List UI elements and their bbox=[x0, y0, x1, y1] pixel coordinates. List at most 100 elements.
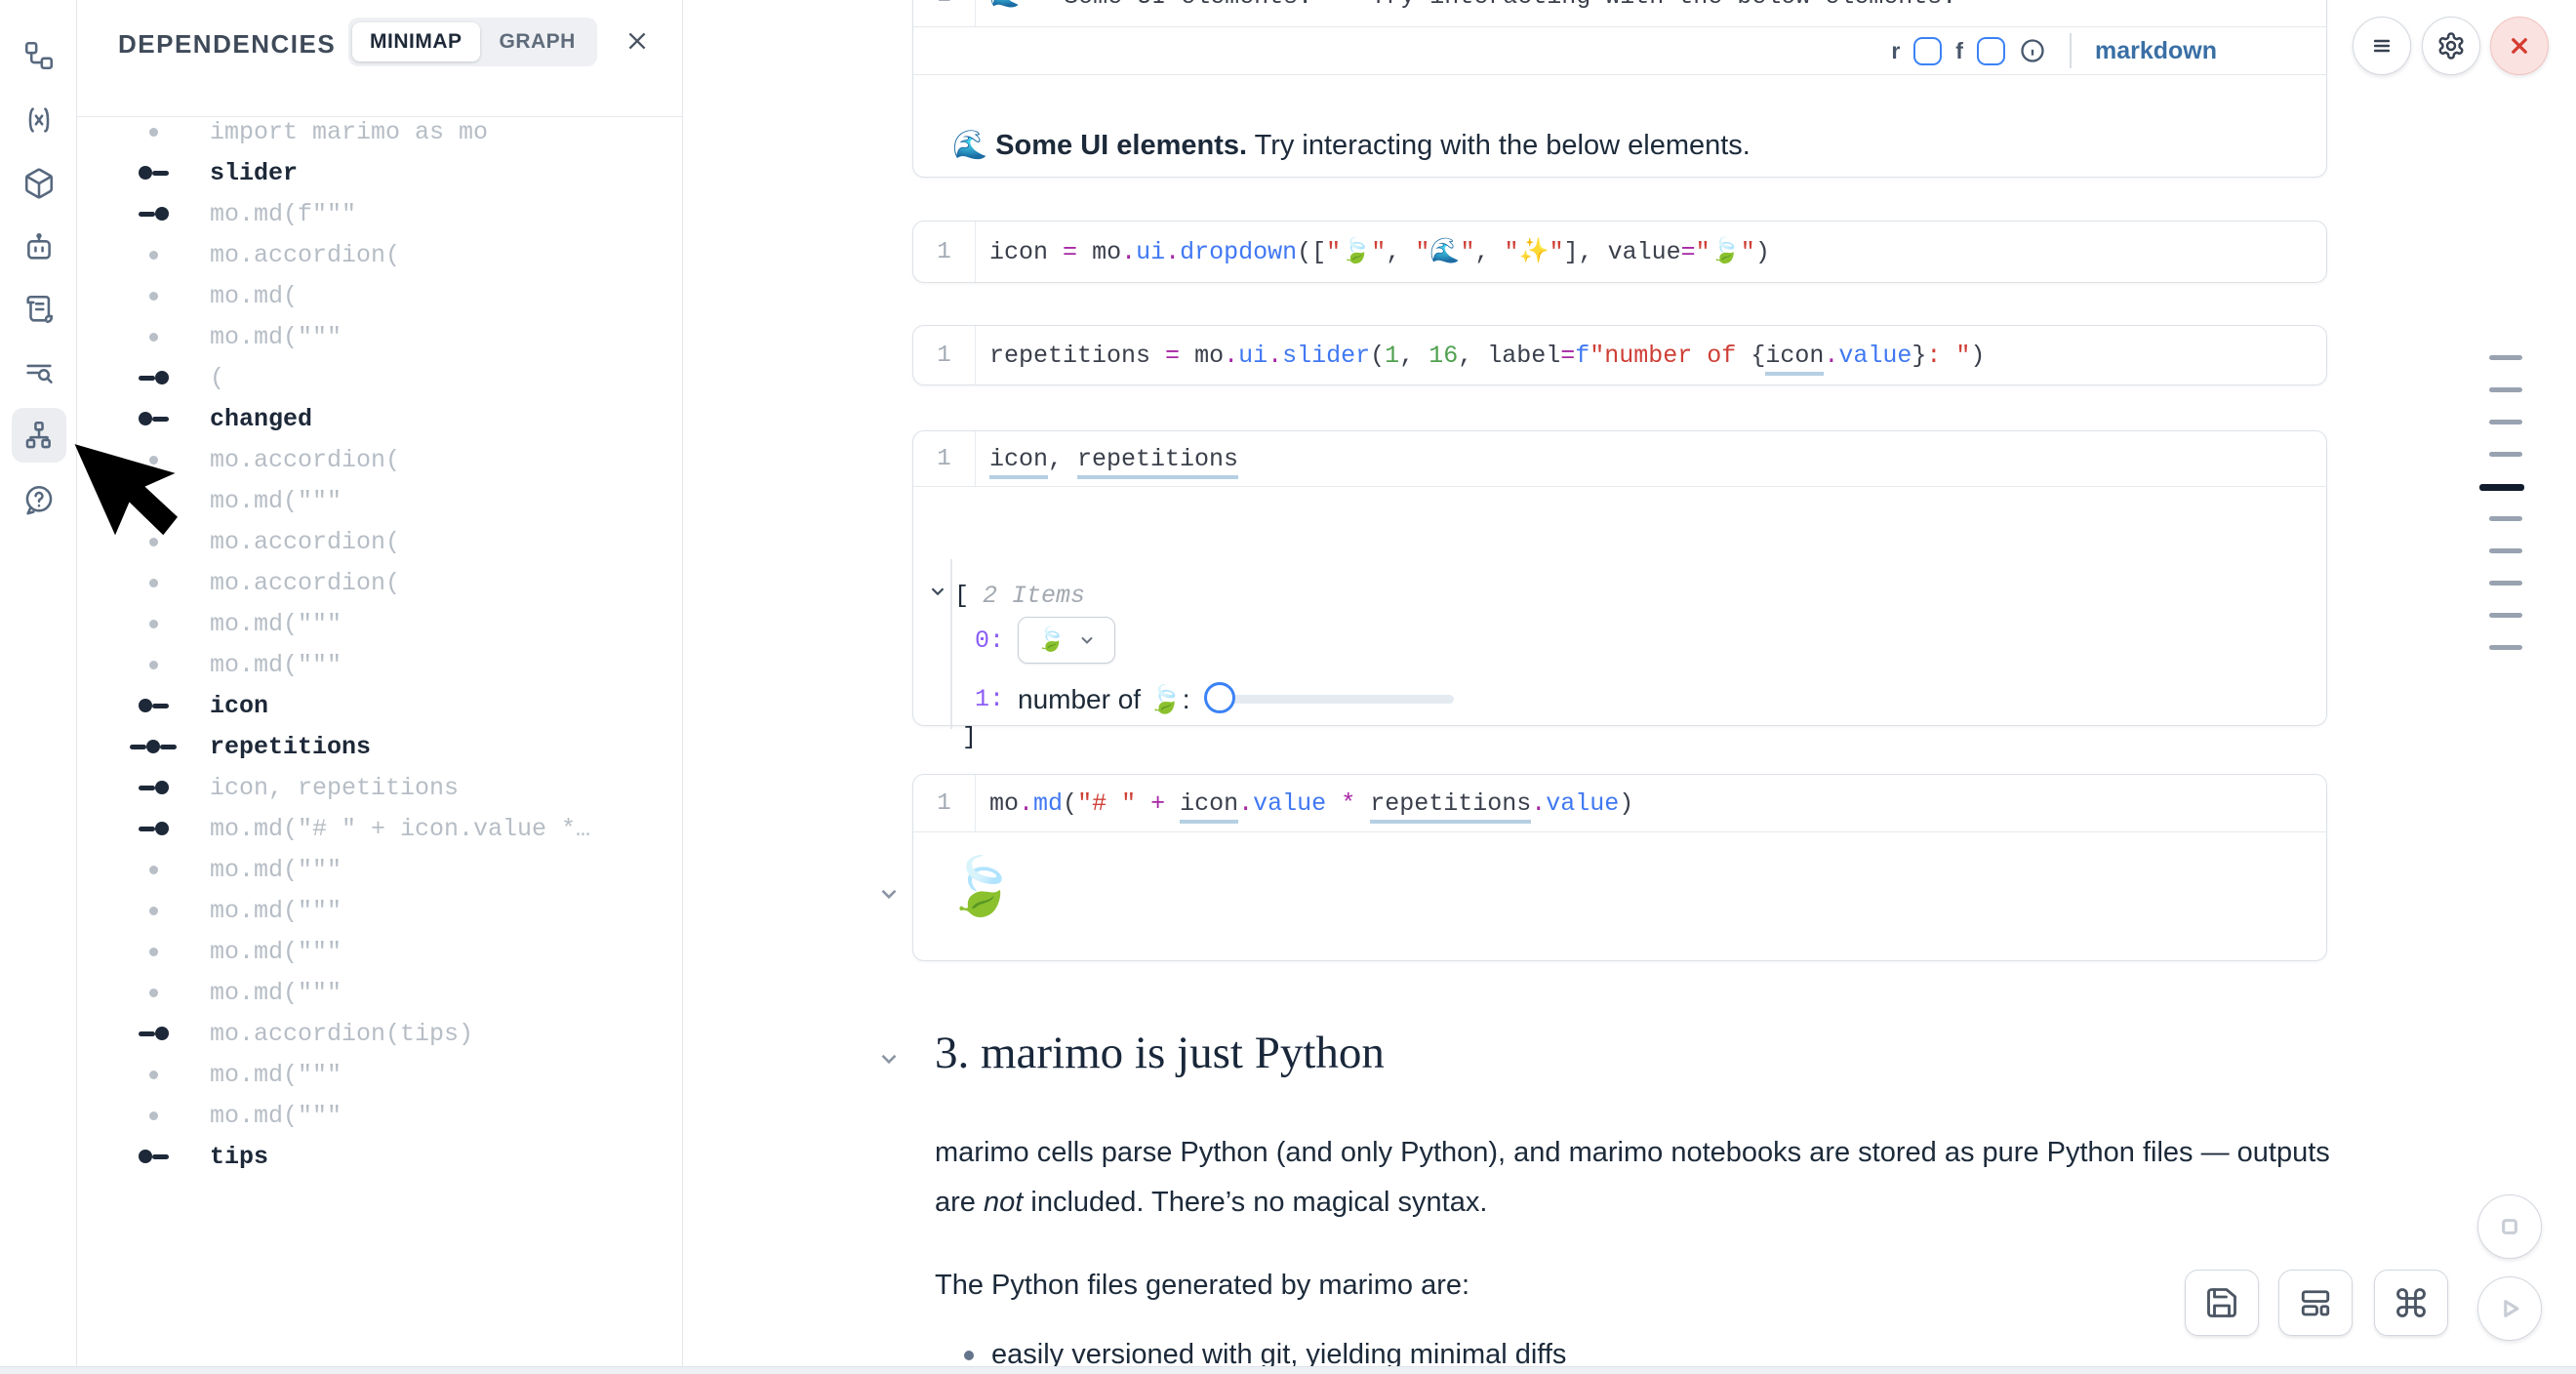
variables-button[interactable] bbox=[12, 93, 66, 147]
dependencies-panel: DEPENDENCIES MINIMAP GRAPH import marimo… bbox=[77, 0, 683, 1374]
minimap-row[interactable]: mo.md( bbox=[77, 275, 682, 316]
ai-assistant-button[interactable] bbox=[12, 220, 66, 274]
slider-widget[interactable] bbox=[1204, 682, 1454, 715]
info-icon[interactable] bbox=[2019, 37, 2046, 64]
minimap-row[interactable]: mo.md(""" bbox=[77, 316, 682, 357]
minimap-row[interactable]: icon, repetitions bbox=[77, 767, 682, 808]
gear-icon bbox=[2436, 31, 2466, 61]
paragraph-2: The Python files generated by marimo are… bbox=[935, 1261, 2340, 1311]
slider-thumb[interactable] bbox=[1204, 682, 1235, 713]
packages-button[interactable] bbox=[12, 156, 66, 211]
cell-indicator[interactable] bbox=[2489, 516, 2522, 521]
line-number: 1 bbox=[913, 326, 976, 384]
minimap-row-label: mo.md(""" bbox=[210, 1102, 342, 1130]
cell-dot-icon bbox=[116, 128, 190, 137]
cell-indicator-active[interactable] bbox=[2479, 484, 2524, 491]
minimap-row[interactable]: repetitions bbox=[77, 726, 682, 767]
shutdown-button[interactable] bbox=[2490, 17, 2549, 75]
minimap-row[interactable]: ( bbox=[77, 357, 682, 398]
help-button[interactable] bbox=[12, 472, 66, 527]
notebook-menu-button[interactable] bbox=[2353, 17, 2411, 75]
markdown-cell-partial[interactable]: 1 🌊 **Some UI elements.** Try interactin… bbox=[912, 0, 2327, 178]
snippets-button[interactable] bbox=[12, 282, 66, 337]
f-string-toggle[interactable] bbox=[1977, 37, 2005, 65]
stop-icon bbox=[2493, 1210, 2526, 1243]
minimap-row[interactable]: mo.md(""" bbox=[77, 931, 682, 972]
minimap-row[interactable]: slider bbox=[77, 152, 682, 193]
code-line[interactable]: icon, repetitions bbox=[976, 445, 1238, 473]
layout-button[interactable] bbox=[2278, 1270, 2353, 1336]
tab-minimap[interactable]: MINIMAP bbox=[352, 22, 480, 61]
tab-graph[interactable]: GRAPH bbox=[482, 22, 593, 61]
file-tree-button[interactable] bbox=[12, 28, 66, 83]
section-collapse-chevron[interactable] bbox=[876, 1046, 902, 1071]
minimap-row[interactable]: icon bbox=[77, 685, 682, 726]
language-label[interactable]: markdown bbox=[2095, 37, 2217, 65]
code-editor[interactable]: 1 icon, repetitions bbox=[913, 431, 2326, 487]
code-line[interactable]: icon = mo.ui.dropdown(["🍃", "🌊", "✨"], v… bbox=[976, 237, 1770, 266]
code-cell-slider[interactable]: 1 repetitions = mo.ui.slider(1, 16, labe… bbox=[912, 325, 2327, 385]
code-editor[interactable]: 1 icon = mo.ui.dropdown(["🍃", "🌊", "✨"],… bbox=[913, 222, 2326, 282]
marimo-app: DEPENDENCIES MINIMAP GRAPH import marimo… bbox=[0, 0, 2576, 1374]
minimap-row-label: mo.md(""" bbox=[210, 651, 342, 679]
code-editor[interactable]: 1 mo.md("# " + icon.value * repetitions.… bbox=[913, 775, 2326, 832]
cell-indicator[interactable] bbox=[2489, 420, 2522, 424]
code-line[interactable]: repetitions = mo.ui.slider(1, 16, label=… bbox=[976, 342, 1985, 370]
help-icon bbox=[22, 483, 56, 516]
dropdown-select[interactable]: 🍃 bbox=[1018, 617, 1115, 664]
cell-indicator[interactable] bbox=[2489, 645, 2522, 650]
cell-indicator[interactable] bbox=[2489, 581, 2522, 586]
dependency-graph-button[interactable] bbox=[12, 408, 66, 463]
minimap-list: import marimo as moslidermo.md(f"""mo.ac… bbox=[77, 111, 682, 1177]
cell-indicator[interactable] bbox=[2489, 387, 2522, 392]
italic-text: not bbox=[984, 1187, 1023, 1218]
cell-indicator[interactable] bbox=[2489, 452, 2522, 457]
command-palette-button[interactable] bbox=[2374, 1270, 2448, 1336]
slider-track[interactable] bbox=[1206, 695, 1454, 704]
code-line[interactable]: mo.md("# " + icon.value * repetitions.va… bbox=[976, 789, 1633, 818]
code-cell-tuple[interactable]: 1 icon, repetitions [ 2 Items 0: 🍃 bbox=[912, 430, 2327, 726]
minimap-row[interactable]: mo.md(""" bbox=[77, 849, 682, 890]
close-panel-button[interactable] bbox=[618, 21, 657, 61]
r-string-toggle[interactable] bbox=[1913, 37, 1942, 65]
minimap-row[interactable]: mo.md(""" bbox=[77, 972, 682, 1013]
tuple-output: [ 2 Items 0: 🍃 1: number of 🍃: bbox=[913, 487, 2326, 726]
minimap-row[interactable]: tips bbox=[77, 1136, 682, 1177]
minimap-row[interactable]: mo.md(""" bbox=[77, 644, 682, 685]
code-editor[interactable]: 1 🌊 **Some UI elements.** Try interactin… bbox=[913, 0, 2326, 27]
minimap-row[interactable]: mo.md(""" bbox=[77, 1095, 682, 1136]
bullet-dot bbox=[964, 1351, 974, 1360]
wave-emoji: 🌊 bbox=[952, 130, 995, 161]
line-number: 1 bbox=[913, 0, 976, 26]
minimap-row[interactable]: changed bbox=[77, 398, 682, 439]
minimap-row[interactable]: mo.md(""" bbox=[77, 890, 682, 931]
code-editor[interactable]: 1 repetitions = mo.ui.slider(1, 16, labe… bbox=[913, 326, 2326, 384]
stop-button[interactable] bbox=[2477, 1194, 2542, 1259]
save-button[interactable] bbox=[2185, 1270, 2259, 1336]
minimap-row[interactable]: mo.md(""" bbox=[77, 1054, 682, 1095]
minimap-row-label: changed bbox=[210, 405, 312, 433]
minimap-row-label: slider bbox=[210, 159, 298, 187]
run-button[interactable] bbox=[2477, 1276, 2542, 1341]
code-cell-dropdown[interactable]: 1 icon = mo.ui.dropdown(["🍃", "🌊", "✨"],… bbox=[912, 221, 2327, 283]
minimap-row[interactable]: mo.md(f""" bbox=[77, 193, 682, 234]
line-number: 1 bbox=[913, 222, 976, 282]
cell-indicator[interactable] bbox=[2489, 613, 2522, 618]
cell-dot-icon bbox=[116, 251, 190, 260]
output-collapse-chevron[interactable] bbox=[876, 881, 902, 907]
cell-indicator[interactable] bbox=[2489, 548, 2522, 553]
cell-indicator[interactable] bbox=[2489, 355, 2522, 360]
minimap-row[interactable]: mo.accordion(tips) bbox=[77, 1013, 682, 1054]
collapse-chevron-icon[interactable] bbox=[927, 581, 948, 610]
minimap-row-label: mo.accordion( bbox=[210, 528, 400, 556]
code-cell-md-concat[interactable]: 1 mo.md("# " + icon.value * repetitions.… bbox=[912, 774, 2327, 961]
minimap-row[interactable]: mo.accordion( bbox=[77, 234, 682, 275]
logs-search-button[interactable] bbox=[12, 345, 66, 400]
minimap-row[interactable]: import marimo as mo bbox=[77, 111, 682, 152]
minimap-row[interactable]: mo.md("# " + icon.value *… bbox=[77, 808, 682, 849]
minimap-row[interactable]: mo.md(""" bbox=[77, 603, 682, 644]
code-line[interactable]: 🌊 **Some UI elements.** Try interacting … bbox=[976, 0, 1956, 11]
cell-dot-icon bbox=[116, 333, 190, 342]
r-string-label: r bbox=[1891, 38, 1900, 64]
settings-button[interactable] bbox=[2422, 17, 2480, 75]
